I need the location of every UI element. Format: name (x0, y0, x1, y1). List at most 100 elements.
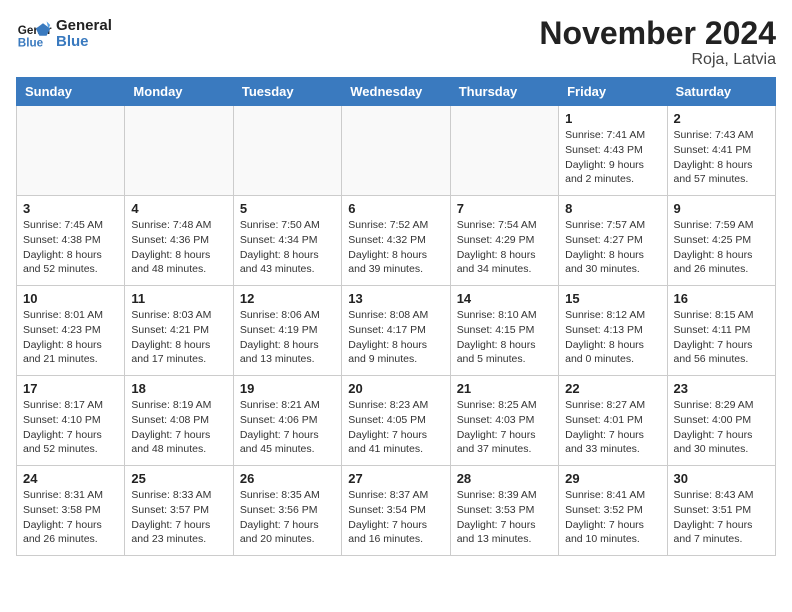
day-cell: 23 Sunrise: 8:29 AM Sunset: 4:00 PM Dayli… (667, 376, 775, 466)
day-number: 20 (348, 381, 443, 396)
weekday-header-saturday: Saturday (667, 78, 775, 106)
day-cell (233, 106, 341, 196)
day-number: 2 (674, 111, 769, 126)
title-block: November 2024 Roja, Latvia (539, 16, 776, 69)
day-number: 11 (131, 291, 226, 306)
logo: General Blue General Blue (16, 16, 112, 52)
week-row-5: 24Sunrise: 8:31 AM Sunset: 3:58 PM Dayli… (17, 466, 776, 556)
day-number: 14 (457, 291, 552, 306)
day-cell: 9 Sunrise: 7:59 AM Sunset: 4:25 PM Daylig… (667, 196, 775, 286)
day-number: 22 (565, 381, 660, 396)
day-number: 12 (240, 291, 335, 306)
day-cell: 30 Sunrise: 8:43 AM Sunset: 3:51 PM Dayli… (667, 466, 775, 556)
logo-line2: Blue (56, 34, 112, 51)
day-cell: 24Sunrise: 8:31 AM Sunset: 3:58 PM Dayli… (17, 466, 125, 556)
day-info: Sunrise: 8:39 AM Sunset: 3:53 PM Dayligh… (457, 488, 552, 547)
page-header: General Blue General Blue November 2024 … (16, 16, 776, 69)
day-cell: 22 Sunrise: 8:27 AM Sunset: 4:01 PM Dayli… (559, 376, 667, 466)
day-info: Sunrise: 7:59 AM Sunset: 4:25 PM Dayligh… (674, 218, 769, 277)
day-cell: 25 Sunrise: 8:33 AM Sunset: 3:57 PM Dayli… (125, 466, 233, 556)
day-number: 29 (565, 471, 660, 486)
day-cell: 19 Sunrise: 8:21 AM Sunset: 4:06 PM Dayli… (233, 376, 341, 466)
day-info: Sunrise: 8:29 AM Sunset: 4:00 PM Dayligh… (674, 398, 769, 457)
day-number: 1 (565, 111, 660, 126)
weekday-header-tuesday: Tuesday (233, 78, 341, 106)
weekday-header-wednesday: Wednesday (342, 78, 450, 106)
logo-line1: General (56, 18, 112, 35)
day-info: Sunrise: 8:41 AM Sunset: 3:52 PM Dayligh… (565, 488, 660, 547)
day-number: 25 (131, 471, 226, 486)
day-number: 5 (240, 201, 335, 216)
day-number: 28 (457, 471, 552, 486)
day-cell: 14 Sunrise: 8:10 AM Sunset: 4:15 PM Dayli… (450, 286, 558, 376)
day-cell: 5 Sunrise: 7:50 AM Sunset: 4:34 PM Daylig… (233, 196, 341, 286)
day-cell: 4 Sunrise: 7:48 AM Sunset: 4:36 PM Daylig… (125, 196, 233, 286)
weekday-header-thursday: Thursday (450, 78, 558, 106)
day-number: 3 (23, 201, 118, 216)
day-cell: 18 Sunrise: 8:19 AM Sunset: 4:08 PM Dayli… (125, 376, 233, 466)
day-cell: 10Sunrise: 8:01 AM Sunset: 4:23 PM Dayli… (17, 286, 125, 376)
day-number: 26 (240, 471, 335, 486)
day-info: Sunrise: 7:57 AM Sunset: 4:27 PM Dayligh… (565, 218, 660, 277)
day-info: Sunrise: 8:35 AM Sunset: 3:56 PM Dayligh… (240, 488, 335, 547)
day-cell: 3 Sunrise: 7:45 AM Sunset: 4:38 PM Daylig… (17, 196, 125, 286)
day-cell: 11 Sunrise: 8:03 AM Sunset: 4:21 PM Dayli… (125, 286, 233, 376)
day-number: 30 (674, 471, 769, 486)
day-cell: 15 Sunrise: 8:12 AM Sunset: 4:13 PM Dayli… (559, 286, 667, 376)
day-info: Sunrise: 8:33 AM Sunset: 3:57 PM Dayligh… (131, 488, 226, 547)
day-cell: 20 Sunrise: 8:23 AM Sunset: 4:05 PM Dayli… (342, 376, 450, 466)
day-number: 19 (240, 381, 335, 396)
day-number: 27 (348, 471, 443, 486)
day-info: Sunrise: 8:06 AM Sunset: 4:19 PM Dayligh… (240, 308, 335, 367)
week-row-3: 10Sunrise: 8:01 AM Sunset: 4:23 PM Dayli… (17, 286, 776, 376)
day-cell: 27 Sunrise: 8:37 AM Sunset: 3:54 PM Dayli… (342, 466, 450, 556)
day-cell: 2Sunrise: 7:43 AM Sunset: 4:41 PM Daylig… (667, 106, 775, 196)
week-row-4: 17Sunrise: 8:17 AM Sunset: 4:10 PM Dayli… (17, 376, 776, 466)
weekday-header-sunday: Sunday (17, 78, 125, 106)
day-cell: 17Sunrise: 8:17 AM Sunset: 4:10 PM Dayli… (17, 376, 125, 466)
day-cell: 29 Sunrise: 8:41 AM Sunset: 3:52 PM Dayli… (559, 466, 667, 556)
day-info: Sunrise: 8:37 AM Sunset: 3:54 PM Dayligh… (348, 488, 443, 547)
day-info: Sunrise: 8:23 AM Sunset: 4:05 PM Dayligh… (348, 398, 443, 457)
day-number: 13 (348, 291, 443, 306)
day-info: Sunrise: 8:08 AM Sunset: 4:17 PM Dayligh… (348, 308, 443, 367)
day-number: 18 (131, 381, 226, 396)
day-info: Sunrise: 8:17 AM Sunset: 4:10 PM Dayligh… (23, 398, 118, 457)
day-number: 9 (674, 201, 769, 216)
day-info: Sunrise: 7:48 AM Sunset: 4:36 PM Dayligh… (131, 218, 226, 277)
day-cell: 1Sunrise: 7:41 AM Sunset: 4:43 PM Daylig… (559, 106, 667, 196)
day-cell: 28 Sunrise: 8:39 AM Sunset: 3:53 PM Dayli… (450, 466, 558, 556)
day-info: Sunrise: 8:10 AM Sunset: 4:15 PM Dayligh… (457, 308, 552, 367)
day-info: Sunrise: 8:27 AM Sunset: 4:01 PM Dayligh… (565, 398, 660, 457)
calendar-table: SundayMondayTuesdayWednesdayThursdayFrid… (16, 77, 776, 556)
day-number: 10 (23, 291, 118, 306)
day-number: 15 (565, 291, 660, 306)
day-info: Sunrise: 8:19 AM Sunset: 4:08 PM Dayligh… (131, 398, 226, 457)
day-cell: 12 Sunrise: 8:06 AM Sunset: 4:19 PM Dayli… (233, 286, 341, 376)
day-number: 23 (674, 381, 769, 396)
day-cell (17, 106, 125, 196)
day-info: Sunrise: 8:15 AM Sunset: 4:11 PM Dayligh… (674, 308, 769, 367)
weekday-header-monday: Monday (125, 78, 233, 106)
day-cell: 8 Sunrise: 7:57 AM Sunset: 4:27 PM Daylig… (559, 196, 667, 286)
day-cell: 16Sunrise: 8:15 AM Sunset: 4:11 PM Dayli… (667, 286, 775, 376)
week-row-1: 1Sunrise: 7:41 AM Sunset: 4:43 PM Daylig… (17, 106, 776, 196)
day-cell (125, 106, 233, 196)
day-info: Sunrise: 7:45 AM Sunset: 4:38 PM Dayligh… (23, 218, 118, 277)
day-info: Sunrise: 8:43 AM Sunset: 3:51 PM Dayligh… (674, 488, 769, 547)
day-number: 8 (565, 201, 660, 216)
day-info: Sunrise: 8:03 AM Sunset: 4:21 PM Dayligh… (131, 308, 226, 367)
day-number: 7 (457, 201, 552, 216)
day-cell: 26 Sunrise: 8:35 AM Sunset: 3:56 PM Dayli… (233, 466, 341, 556)
day-info: Sunrise: 7:50 AM Sunset: 4:34 PM Dayligh… (240, 218, 335, 277)
day-cell (450, 106, 558, 196)
weekday-header-friday: Friday (559, 78, 667, 106)
location: Roja, Latvia (539, 51, 776, 69)
weekday-header-row: SundayMondayTuesdayWednesdayThursdayFrid… (17, 78, 776, 106)
day-info: Sunrise: 8:12 AM Sunset: 4:13 PM Dayligh… (565, 308, 660, 367)
day-info: Sunrise: 7:52 AM Sunset: 4:32 PM Dayligh… (348, 218, 443, 277)
day-number: 4 (131, 201, 226, 216)
day-info: Sunrise: 8:21 AM Sunset: 4:06 PM Dayligh… (240, 398, 335, 457)
day-info: Sunrise: 8:25 AM Sunset: 4:03 PM Dayligh… (457, 398, 552, 457)
week-row-2: 3 Sunrise: 7:45 AM Sunset: 4:38 PM Daylig… (17, 196, 776, 286)
